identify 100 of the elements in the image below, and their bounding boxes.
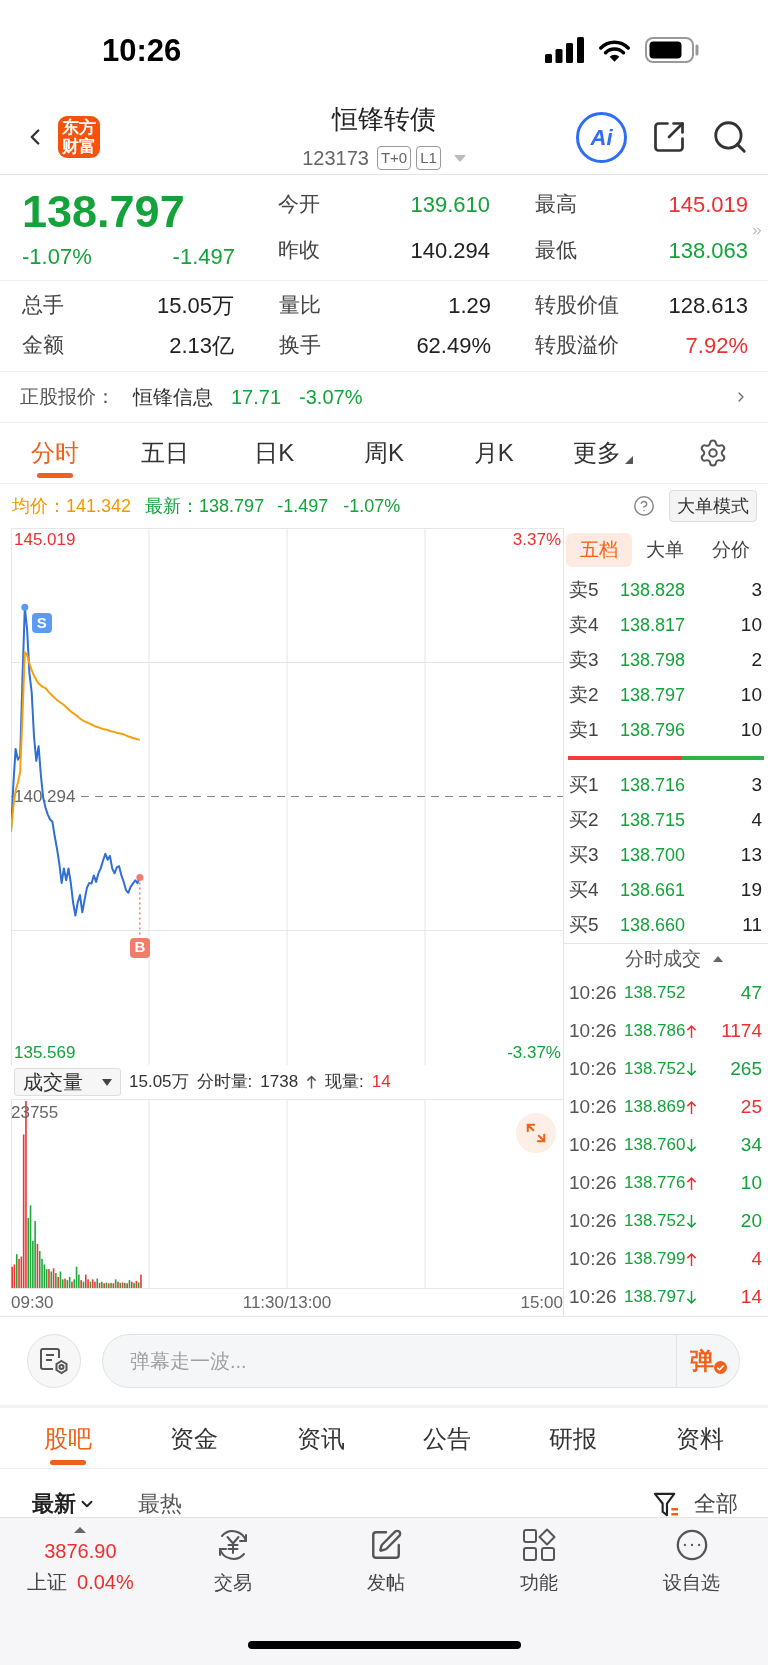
feed-tab[interactable]: 研报 <box>549 1408 598 1468</box>
level-quantity: 11 <box>742 913 762 938</box>
trade-price: 138.799 <box>624 1248 686 1271</box>
expand-arrows-icon <box>525 1122 547 1144</box>
add-watchlist-button[interactable]: 设自选 <box>663 1518 721 1596</box>
more-circle-icon <box>674 1528 709 1562</box>
collapse-triangle-icon[interactable] <box>713 956 723 962</box>
feed-tab[interactable]: 资料 <box>675 1408 724 1468</box>
functions-button[interactable]: 功能 <box>519 1518 558 1596</box>
help-icon[interactable] <box>633 495 655 517</box>
battery-icon <box>645 37 700 63</box>
ai-assistant-button[interactable]: Ai <box>576 111 627 163</box>
latest-change: -1.497 <box>277 494 329 518</box>
down-arrow-icon <box>686 1289 698 1305</box>
down-arrow-icon <box>686 1137 698 1153</box>
index-change: 0.04% <box>77 1570 134 1595</box>
stat-value: 1.29 <box>448 291 491 320</box>
last-price: 138.797 <box>22 187 186 237</box>
dropdown-triangle-icon <box>102 1078 112 1086</box>
percent-axis-label: -3.37% <box>507 1043 561 1063</box>
search-icon <box>711 118 749 156</box>
trade-price: 138.869 <box>624 1096 686 1119</box>
trade-time: 10:26 <box>569 1056 618 1081</box>
up-arrow-icon <box>686 1023 698 1039</box>
stat-value: 7.92% <box>685 331 748 360</box>
stat-value: 62.49% <box>416 331 491 360</box>
trade-volume: 25 <box>740 1094 762 1119</box>
minute-volume: 1738 <box>260 1071 299 1094</box>
stat-label: 量比 <box>279 292 321 319</box>
trade-time: 10:26 <box>569 1246 618 1271</box>
trade-price: 138.752 <box>624 1210 686 1233</box>
chart-tab[interactable]: 日K <box>254 423 295 483</box>
index-name: 上证 <box>27 1570 68 1595</box>
percent-axis-label: 3.37% <box>512 530 561 550</box>
level-label: 买4 <box>569 878 600 903</box>
big-order-mode-button[interactable]: 大单模式 <box>669 490 757 522</box>
latest-price-label: 最新： <box>145 494 200 518</box>
trade-time: 10:26 <box>569 1208 618 1233</box>
order-book-tab[interactable]: 大单 <box>632 533 698 567</box>
level-quantity: 10 <box>740 683 762 708</box>
underlying-label: 正股报价： <box>20 384 115 409</box>
average-price: 141.342 <box>66 494 132 518</box>
feed-tab[interactable]: 资讯 <box>296 1408 345 1468</box>
trade-button[interactable]: 交易 <box>214 1518 253 1596</box>
danmaku-settings-button[interactable] <box>27 1334 81 1388</box>
indicator-dropdown[interactable]: 成交量 <box>14 1068 121 1096</box>
chart-tab[interactable]: 周K <box>364 423 404 483</box>
level-quantity: 10 <box>740 613 762 638</box>
stat-value: 138.063 <box>668 236 748 265</box>
bond-code: 123173 <box>302 146 369 171</box>
stat-value: 2.13亿 <box>169 331 234 360</box>
stat-label: 转股溢价 <box>535 332 619 359</box>
order-book-tab[interactable]: 分价 <box>698 533 764 567</box>
trade-price: 138.786 <box>624 1020 686 1043</box>
point-dot-icon <box>136 874 144 882</box>
share-button[interactable] <box>651 119 687 155</box>
level-price: 138.817 <box>620 614 686 637</box>
level-label: 买1 <box>569 773 600 798</box>
bond-name: 恒锋转债 <box>332 104 436 134</box>
trade-volume: 14 <box>740 1284 762 1309</box>
trade-price: 138.776 <box>624 1172 686 1195</box>
trade-price: 138.797 <box>624 1286 686 1309</box>
search-button[interactable] <box>711 118 749 156</box>
sort-tab[interactable]: 最新 <box>32 1491 96 1517</box>
level-quantity: 10 <box>740 718 762 743</box>
expand-triangle-icon[interactable] <box>74 1527 87 1533</box>
stat-label: 昨收 <box>278 237 320 264</box>
trade-volume: 1174 <box>721 1018 762 1043</box>
average-price-label: 均价： <box>12 494 66 518</box>
underlying-name: 恒锋信息 <box>133 385 213 410</box>
stat-label: 总手 <box>22 292 64 319</box>
sort-tab[interactable]: 最热 <box>138 1491 182 1517</box>
feed-tab[interactable]: 资金 <box>170 1408 219 1468</box>
feed-tab[interactable]: 公告 <box>423 1408 472 1468</box>
level-price: 138.715 <box>620 809 686 832</box>
level-quantity: 2 <box>751 648 762 673</box>
minute-volume-label: 分时量: <box>196 1071 253 1094</box>
level-label: 卖3 <box>569 648 600 673</box>
time-axis-label: 11:30/13:00 <box>242 1292 332 1314</box>
post-button[interactable]: 发帖 <box>367 1518 405 1596</box>
level-label: 买2 <box>569 808 600 833</box>
stat-value: 15.05万 <box>156 291 234 320</box>
stat-label: 最高 <box>535 191 577 218</box>
chart-tab[interactable]: 五日 <box>140 423 189 483</box>
filter-icon <box>653 1490 680 1518</box>
up-arrow-icon <box>686 1251 698 1267</box>
stat-value: 128.613 <box>668 291 748 320</box>
time-axis-label: 09:30 <box>11 1292 54 1314</box>
level-label: 卖4 <box>569 613 600 638</box>
app-grid-icon <box>521 1528 556 1562</box>
level-label: 卖2 <box>569 683 600 708</box>
trades-title: 分时成交 <box>625 946 701 971</box>
expand-chart-button[interactable] <box>516 1113 556 1153</box>
filter-button[interactable]: 全部 <box>653 1490 738 1518</box>
chart-tab[interactable]: 月K <box>473 423 514 483</box>
chart-tab[interactable]: 更多 <box>573 423 634 483</box>
app-logo: 东方 财富 <box>58 116 100 158</box>
level-quantity: 19 <box>740 878 762 903</box>
level-label: 买3 <box>569 843 600 868</box>
latest-price: 138.797 <box>199 494 265 518</box>
